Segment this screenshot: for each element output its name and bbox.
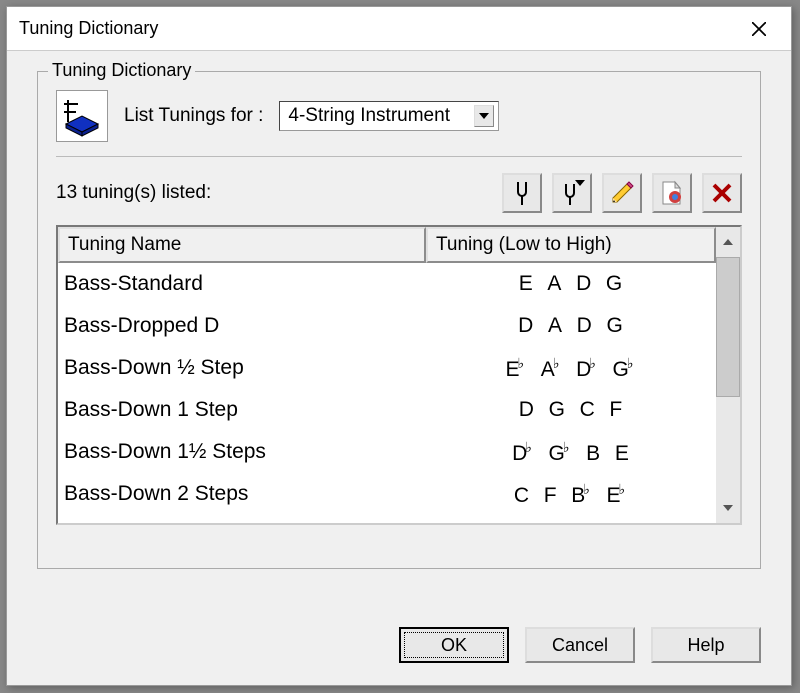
close-icon — [752, 22, 766, 36]
list-main: Tuning Name Tuning (Low to High) Bass-St… — [58, 227, 716, 523]
tuning-fork-icon — [511, 180, 533, 206]
close-button[interactable] — [739, 14, 779, 44]
titlebar: Tuning Dictionary — [7, 7, 791, 51]
pencil-icon — [609, 180, 635, 206]
edit-tuning-button[interactable] — [602, 173, 642, 213]
tuning-dictionary-group: Tuning Dictionary List Tunings for : 4-S… — [37, 71, 761, 569]
list-header: Tuning Name Tuning (Low to High) — [58, 227, 716, 263]
cell-name: Bass-Down ½ Step — [58, 356, 426, 380]
new-tuning-button[interactable] — [652, 173, 692, 213]
tunings-count-label: 13 tuning(s) listed: — [56, 182, 211, 204]
dropdown-value: 4-String Instrument — [288, 105, 450, 127]
ok-button[interactable]: OK — [399, 627, 509, 663]
cell-tuning: D♭ G♭ B E — [426, 439, 716, 466]
cell-tuning: D G C F — [426, 398, 716, 422]
cancel-button[interactable]: Cancel — [525, 627, 635, 663]
table-row[interactable]: Bass-Dropped DD A D G — [58, 305, 716, 347]
col-header-name[interactable]: Tuning Name — [58, 227, 426, 263]
dialog-buttons: OK Cancel Help — [399, 627, 761, 663]
tuning-list[interactable]: Tuning Name Tuning (Low to High) Bass-St… — [56, 225, 742, 525]
table-row[interactable]: Bass-Down 1½ StepsD♭ G♭ B E — [58, 431, 716, 473]
table-row[interactable]: Bass-StandardE A D G — [58, 263, 716, 305]
cell-name: Bass-Dropped D — [58, 314, 426, 338]
col-header-tuning[interactable]: Tuning (Low to High) — [426, 227, 716, 263]
instrument-dropdown[interactable]: 4-String Instrument — [279, 101, 499, 131]
filter-row: List Tunings for : 4-String Instrument — [56, 86, 742, 157]
list-rows: Bass-StandardE A D GBass-Dropped DD A D … — [58, 263, 716, 515]
scroll-down-icon[interactable] — [716, 493, 740, 523]
help-button[interactable]: Help — [651, 627, 761, 663]
cell-name: Bass-Down 1 Step — [58, 398, 426, 422]
tuning-dictionary-dialog: Tuning Dictionary Tuning Dictionary — [6, 6, 792, 686]
groupbox-title: Tuning Dictionary — [48, 60, 195, 81]
table-row[interactable]: Bass-Down 1 StepD G C F — [58, 389, 716, 431]
cell-tuning: E♭ A♭ D♭ G♭ — [426, 355, 716, 382]
delete-tuning-button[interactable] — [702, 173, 742, 213]
dictionary-icon — [56, 90, 108, 142]
cell-tuning: D A D G — [426, 314, 716, 338]
table-row[interactable]: Bass-Down ½ StepE♭ A♭ D♭ G♭ — [58, 347, 716, 389]
toolbar-row: 13 tuning(s) listed: — [56, 173, 742, 213]
dialog-body: Tuning Dictionary List Tunings for : 4-S… — [7, 51, 791, 569]
scroll-track[interactable] — [716, 257, 740, 493]
tuning-fork-arrow-icon — [559, 180, 585, 206]
cell-name: Bass-Standard — [58, 272, 426, 296]
cell-name: Bass-Down 2 Steps — [58, 482, 426, 506]
cell-name: Bass-Down 1½ Steps — [58, 440, 426, 464]
table-row[interactable]: Bass-Down 2 StepsC F B♭ E♭ — [58, 473, 716, 515]
apply-tuning-menu-button[interactable] — [552, 173, 592, 213]
scroll-up-icon[interactable] — [716, 227, 740, 257]
cell-tuning: C F B♭ E♭ — [426, 481, 716, 508]
new-doc-icon — [660, 180, 684, 206]
cell-tuning: E A D G — [426, 272, 716, 296]
list-tunings-label: List Tunings for : — [124, 105, 263, 127]
toolbar — [502, 173, 742, 213]
scroll-thumb[interactable] — [716, 257, 740, 397]
window-title: Tuning Dictionary — [19, 18, 158, 39]
scrollbar[interactable] — [716, 227, 740, 523]
apply-tuning-button[interactable] — [502, 173, 542, 213]
chevron-down-icon — [474, 105, 494, 127]
delete-icon — [711, 182, 733, 204]
